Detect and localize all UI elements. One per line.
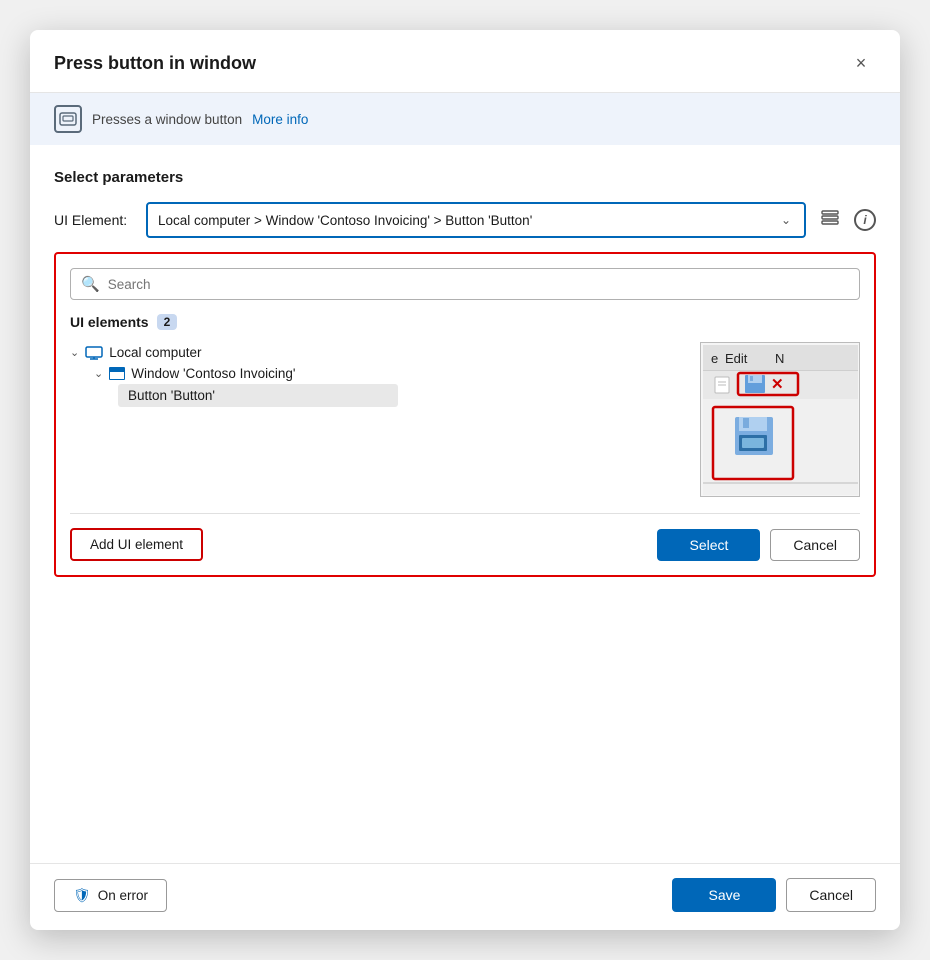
tree-item-window[interactable]: ⌄ Window 'Contoso Invoicing' [94, 363, 684, 384]
dialog-header: Press button in window × [30, 30, 900, 93]
search-box: 🔍 [70, 268, 860, 300]
window-icon [109, 367, 125, 380]
dropdown-footer: Add UI element Select Cancel [70, 513, 860, 561]
more-info-link[interactable]: More info [252, 112, 308, 127]
dialog-title: Press button in window [54, 53, 256, 74]
save-button[interactable]: Save [672, 878, 776, 912]
field-row: UI Element: Local computer > Window 'Con… [54, 202, 876, 238]
chevron-collapse-icon: ⌄ [70, 346, 79, 359]
ui-element-dropdown[interactable]: Local computer > Window 'Contoso Invoici… [146, 202, 806, 238]
on-error-button[interactable]: 🛡 On error [54, 879, 167, 912]
tree-button-label: Button 'Button' [128, 388, 215, 403]
cancel-button[interactable]: Cancel [786, 878, 876, 912]
tree-item-button[interactable]: Button 'Button' [118, 384, 398, 407]
search-input[interactable] [108, 277, 849, 292]
layers-icon[interactable] [816, 206, 844, 234]
svg-text:e: e [711, 351, 718, 366]
info-bar: Presses a window button More info [30, 93, 900, 145]
preview-image: e Edit N [700, 342, 860, 497]
shield-icon: 🛡 [73, 887, 91, 904]
ui-elements-label: UI elements [70, 314, 149, 330]
tree-item-root[interactable]: ⌄ Local computer [70, 342, 684, 363]
svg-text:Edit: Edit [725, 351, 748, 366]
on-error-label: On error [98, 888, 148, 903]
tree-window-label: Window 'Contoso Invoicing' [131, 366, 295, 381]
select-button[interactable]: Select [657, 529, 760, 561]
dropdown-cancel-button[interactable]: Cancel [770, 529, 860, 561]
tree-root-label: Local computer [109, 345, 201, 360]
close-button[interactable]: × [846, 48, 876, 78]
dropdown-action-buttons: Select Cancel [657, 529, 860, 561]
section-title: Select parameters [54, 169, 876, 186]
field-label: UI Element: [54, 212, 136, 228]
footer-actions: Save Cancel [672, 878, 876, 912]
monitor-icon [85, 346, 103, 360]
dialog: Press button in window × Presses a windo… [30, 30, 900, 930]
info-icon[interactable]: i [854, 209, 876, 231]
chevron-down-icon: ⌄ [778, 212, 794, 228]
dialog-footer: 🛡 On error Save Cancel [30, 863, 900, 930]
add-ui-element-button[interactable]: Add UI element [70, 528, 203, 561]
dropdown-panel: 🔍 UI elements 2 ⌄ [54, 252, 876, 577]
ui-elements-badge: 2 [157, 314, 178, 330]
ui-elements-header: UI elements 2 [70, 314, 860, 330]
info-text: Presses a window button [92, 112, 242, 127]
dialog-body: Select parameters UI Element: Local comp… [30, 145, 900, 863]
element-tree: ⌄ Local computer ⌄ Window 'Contoso Invoi… [70, 342, 684, 407]
search-icon: 🔍 [81, 275, 100, 293]
ui-element-value: Local computer > Window 'Contoso Invoici… [158, 213, 778, 228]
press-button-icon [54, 105, 82, 133]
svg-text:✕: ✕ [771, 376, 784, 393]
svg-text:N: N [775, 351, 784, 366]
chevron-window-icon: ⌄ [94, 367, 103, 380]
tree-area: ⌄ Local computer ⌄ Window 'Contoso Invoi… [70, 342, 860, 497]
